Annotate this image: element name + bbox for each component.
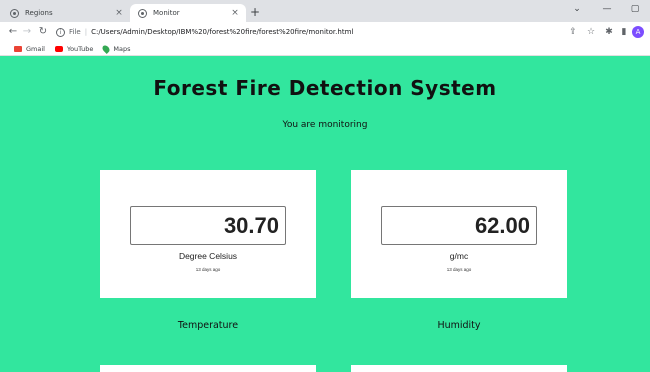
url-text[interactable]: C:/Users/Admin/Desktop/IBM%20/forest%20f… <box>91 28 353 36</box>
browser-toolbar: ← → ↻ i File | C:/Users/Admin/Desktop/IB… <box>0 22 650 42</box>
card-partial-right <box>351 365 567 372</box>
side-panel-icon[interactable]: ▮ <box>617 25 631 39</box>
back-icon[interactable]: ← <box>6 25 20 39</box>
tab-search-icon[interactable]: ⌄ <box>566 4 588 14</box>
tab-title: Regions <box>25 9 53 17</box>
info-icon[interactable]: i <box>56 27 65 37</box>
star-icon[interactable]: ☆ <box>584 25 598 39</box>
page-subtitle: You are monitoring <box>282 120 368 130</box>
new-tab-button[interactable]: + <box>250 5 260 19</box>
tab-regions[interactable]: Regions × <box>2 4 130 22</box>
humidity-label: Humidity <box>437 320 481 331</box>
temperature-value: 30.70 <box>130 206 286 245</box>
humidity-updated: 13 days ago <box>446 267 472 272</box>
minimize-button[interactable]: — <box>596 4 618 14</box>
close-icon[interactable]: × <box>228 8 242 18</box>
url-scheme: File <box>69 28 81 36</box>
extensions-icon[interactable]: ✱ <box>602 25 616 39</box>
share-icon[interactable]: ⇪ <box>566 25 580 39</box>
card-partial-left <box>100 365 316 372</box>
humidity-card: 62.00 g/mc 13 days ago <box>351 170 567 298</box>
tab-title: Monitor <box>153 9 180 17</box>
temperature-updated: 13 days ago <box>195 267 221 272</box>
reload-icon[interactable]: ↻ <box>36 25 50 39</box>
tab-strip: Regions × Monitor × + ⌄ — ▢ <box>0 0 650 22</box>
page-title: Forest Fire Detection System <box>153 76 497 100</box>
bookmark-label: Maps <box>113 44 131 53</box>
profile-avatar[interactable]: A <box>632 26 644 38</box>
humidity-value: 62.00 <box>381 206 537 245</box>
bookmark-maps[interactable]: Maps <box>101 43 131 54</box>
globe-icon <box>138 8 147 18</box>
bookmark-youtube[interactable]: YouTube <box>54 44 94 53</box>
maximize-button[interactable]: ▢ <box>624 4 646 14</box>
maps-icon <box>101 43 112 54</box>
bookmarks-bar: Gmail YouTube Maps <box>0 42 650 56</box>
youtube-icon <box>54 45 63 52</box>
temperature-card: 30.70 Degree Celsius 13 days ago <box>100 170 316 298</box>
humidity-unit: g/mc <box>449 251 469 261</box>
close-icon[interactable]: × <box>112 8 126 18</box>
temperature-label: Temperature <box>177 320 239 331</box>
temperature-unit: Degree Celsius <box>178 251 238 261</box>
forward-icon[interactable]: → <box>20 25 34 39</box>
bookmark-label: YouTube <box>66 44 94 53</box>
globe-icon <box>10 8 19 18</box>
page-content: Forest Fire Detection System You are mon… <box>0 56 650 372</box>
url-separator: | <box>84 28 88 36</box>
address-bar[interactable]: i File | C:/Users/Admin/Desktop/IBM%20/f… <box>56 24 576 40</box>
tab-monitor[interactable]: Monitor × <box>130 4 246 22</box>
bookmark-gmail[interactable]: Gmail <box>14 45 45 53</box>
bookmark-label: Gmail <box>26 44 45 53</box>
gmail-icon <box>14 45 22 52</box>
